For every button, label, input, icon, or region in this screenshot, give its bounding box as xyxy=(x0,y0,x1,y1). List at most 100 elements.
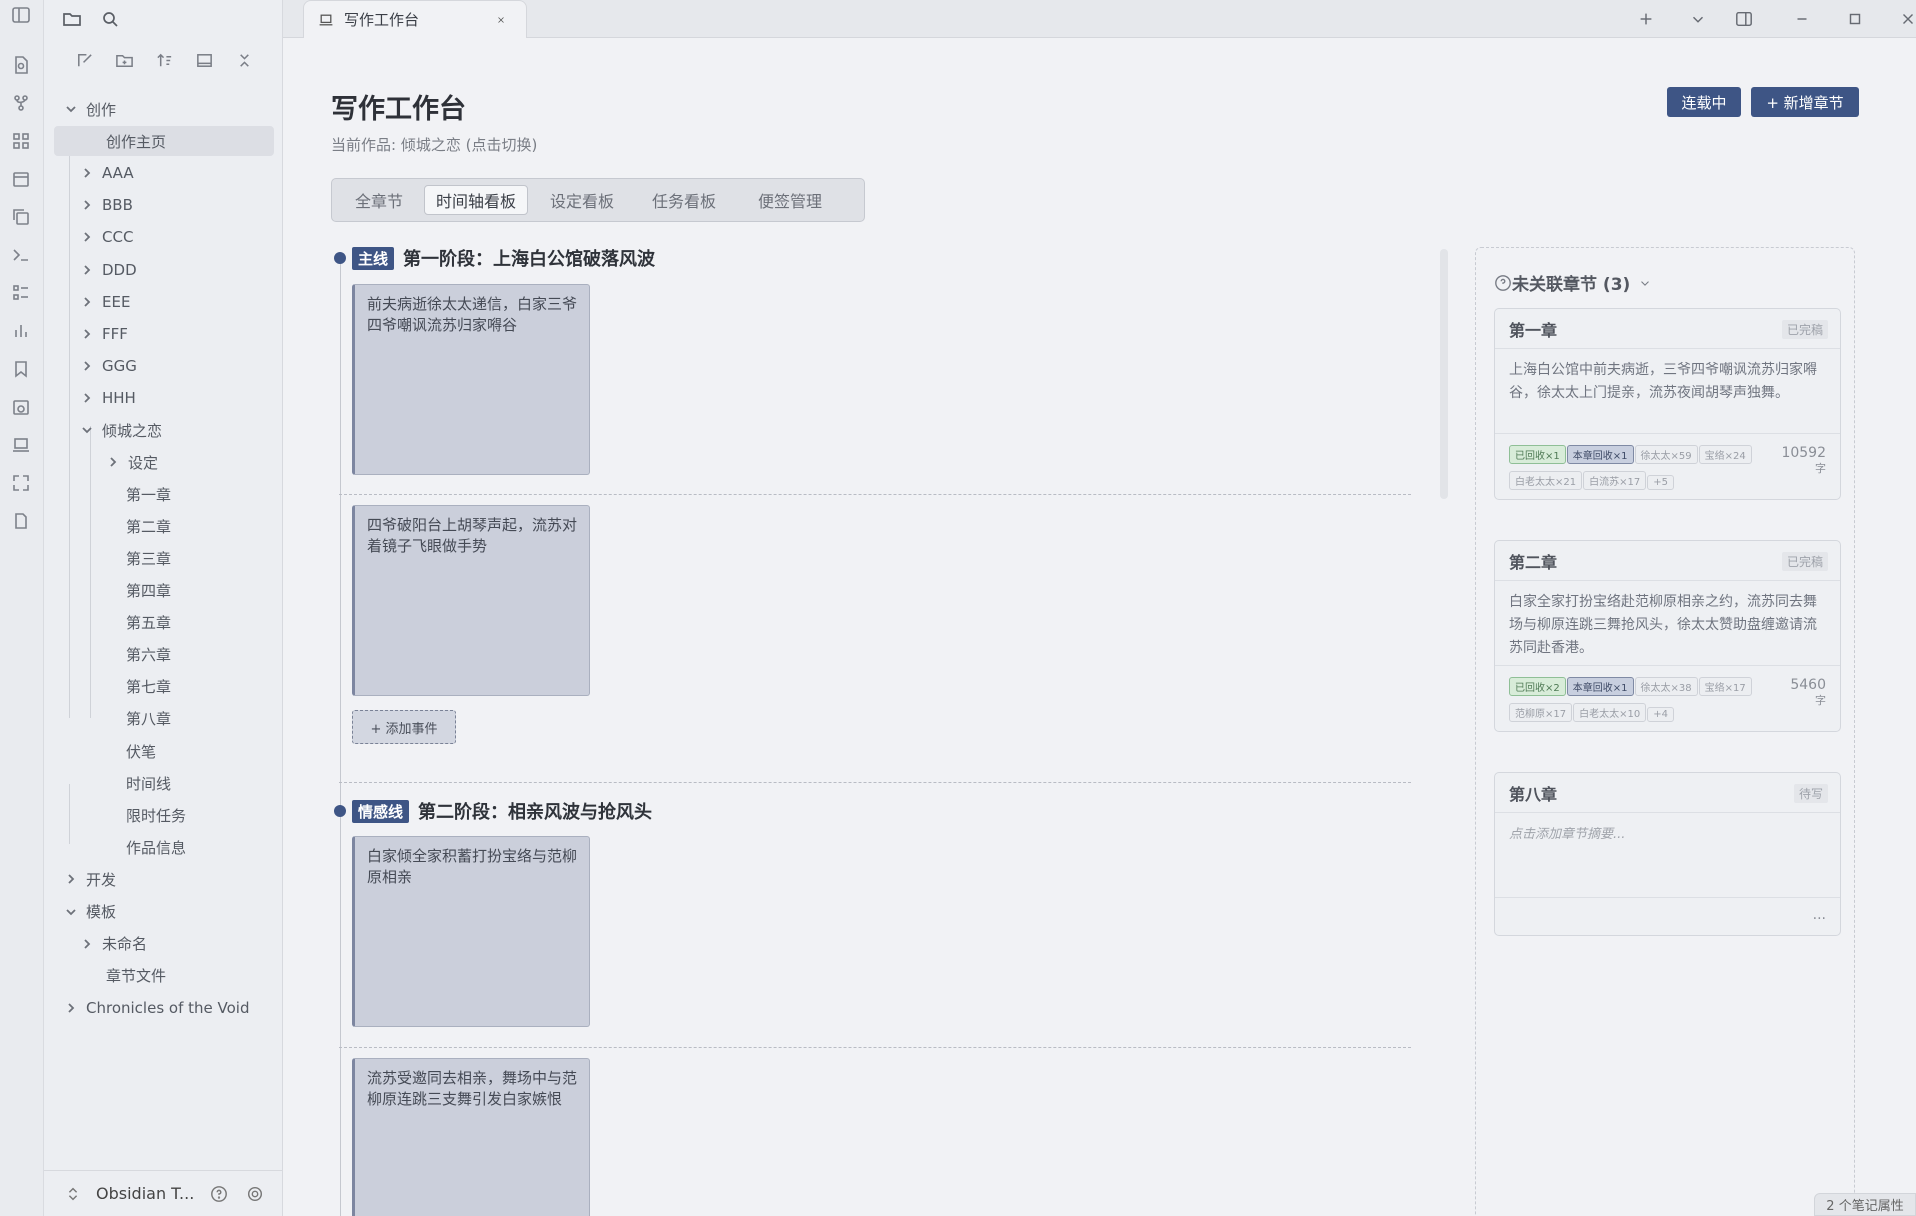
chapter-card[interactable]: 第八章 待写 点击添加章节摘要... ... xyxy=(1494,772,1841,936)
tree-item[interactable]: BBB xyxy=(80,190,133,220)
gear-icon[interactable] xyxy=(246,1185,264,1203)
add-chapter-button[interactable]: + 新增章节 xyxy=(1751,87,1859,117)
maximize-icon[interactable] xyxy=(1840,4,1870,34)
folder-icon[interactable] xyxy=(58,5,86,33)
tree-item[interactable]: 倾城之恋 xyxy=(80,415,162,445)
chevron-right-icon[interactable] xyxy=(80,391,94,405)
status-bar-properties[interactable]: 2 个笔记属性 xyxy=(1814,1193,1916,1216)
current-work-switcher[interactable]: 当前作品: 倾城之恋 (点击切换) xyxy=(331,134,537,155)
tree-item-label: 第三章 xyxy=(126,549,172,568)
tree-item[interactable]: 时间线 xyxy=(126,768,171,798)
help-icon[interactable] xyxy=(210,1185,228,1203)
tree-item[interactable]: 限时任务 xyxy=(126,800,186,830)
expand-icon[interactable] xyxy=(8,470,34,496)
collapse-all-icon[interactable] xyxy=(232,48,256,72)
tree-item[interactable]: CCC xyxy=(80,222,133,252)
vault-switcher[interactable]: Obsidian T... xyxy=(44,1170,283,1216)
tree-item[interactable]: HHH xyxy=(80,383,136,413)
calendar-icon[interactable] xyxy=(8,166,34,192)
tree-item[interactable]: 章节文件 xyxy=(106,961,166,991)
bar-chart-icon[interactable] xyxy=(8,318,34,344)
tab-setting-board[interactable]: 设定看板 xyxy=(534,185,630,215)
tab-timeline-board[interactable]: 时间轴看板 xyxy=(424,185,528,215)
event-card[interactable]: 四爷破阳台上胡琴声起，流苏对着镜子飞眼做手势 xyxy=(352,505,590,696)
chapter-tag: 白老太太×21 xyxy=(1509,471,1583,490)
add-event-button[interactable]: + 添加事件 xyxy=(352,710,456,744)
event-card[interactable]: 流苏受邀同去相亲，舞场中与范柳原连跳三支舞引发白家嫉恨 xyxy=(352,1058,590,1216)
chevron-down-icon[interactable] xyxy=(64,905,78,919)
scrollbar[interactable] xyxy=(1440,249,1448,499)
tree-item[interactable]: 第六章 xyxy=(126,640,171,670)
tree-item[interactable]: 第四章 xyxy=(126,576,171,606)
tree-item[interactable]: 第八章 xyxy=(126,704,171,734)
tree-item[interactable]: FFF xyxy=(80,319,128,349)
list-icon[interactable] xyxy=(8,280,34,306)
tree-item[interactable]: 第五章 xyxy=(126,608,171,638)
chevron-right-icon[interactable] xyxy=(106,455,120,469)
laptop-icon[interactable] xyxy=(8,432,34,458)
chevron-down-icon[interactable] xyxy=(64,102,78,116)
chevron-right-icon[interactable] xyxy=(80,937,94,951)
tree-item[interactable]: 第二章 xyxy=(126,511,171,541)
chevron-right-icon[interactable] xyxy=(80,230,94,244)
chevron-right-icon[interactable] xyxy=(80,359,94,373)
tree-item[interactable]: EEE xyxy=(80,287,130,317)
file-search-icon[interactable] xyxy=(8,52,34,78)
chevron-right-icon[interactable] xyxy=(80,295,94,309)
stage-heading[interactable]: 情感线 第二阶段：相亲风波与抢风头 xyxy=(352,798,652,824)
new-folder-icon[interactable] xyxy=(112,48,136,72)
tree-item[interactable]: 未命名 xyxy=(80,929,147,959)
copy-icon[interactable] xyxy=(8,204,34,230)
right-sidebar-toggle-icon[interactable] xyxy=(1729,4,1759,34)
tree-item[interactable]: DDD xyxy=(80,255,137,285)
grid-icon[interactable] xyxy=(8,128,34,154)
new-tab-icon[interactable] xyxy=(1631,4,1661,34)
git-branch-icon[interactable] xyxy=(8,90,34,116)
tree-item[interactable]: 伏笔 xyxy=(126,736,156,766)
sidebar-toggle-icon[interactable] xyxy=(8,2,34,28)
new-note-icon[interactable] xyxy=(72,48,96,72)
unlinked-chapters-header[interactable]: 未关联章节 (3) xyxy=(1494,270,1652,295)
tab-list-chevron-icon[interactable] xyxy=(1683,4,1713,34)
close-window-icon[interactable] xyxy=(1893,4,1916,34)
tree-item[interactable]: 模板 xyxy=(64,897,116,927)
event-card[interactable]: 白家倾全家积蓄打扮宝络与范柳原相亲 xyxy=(352,836,590,1027)
tab-note-management[interactable]: 便签管理 xyxy=(738,185,842,215)
tab-writing-workbench[interactable]: 写作工作台 xyxy=(303,0,527,38)
chevron-right-icon[interactable] xyxy=(80,263,94,277)
chapter-summary-placeholder[interactable]: 点击添加章节摘要... xyxy=(1495,813,1840,897)
serial-status-button[interactable]: 连载中 xyxy=(1667,87,1741,117)
tree-item[interactable]: GGG xyxy=(80,351,137,381)
tree-item[interactable]: Chronicles of the Void xyxy=(64,993,249,1023)
tree-item[interactable]: 第三章 xyxy=(126,543,171,573)
calendar-clock-icon[interactable] xyxy=(8,394,34,420)
tree-item[interactable]: 开发 xyxy=(64,864,116,894)
minimize-icon[interactable] xyxy=(1787,4,1817,34)
stage-heading[interactable]: 主线 第一阶段：上海白公馆破落风波 xyxy=(352,245,655,271)
chevron-down-icon[interactable] xyxy=(80,423,94,437)
chevron-right-icon[interactable] xyxy=(80,166,94,180)
file-icon[interactable] xyxy=(8,508,34,534)
bookmark-icon[interactable] xyxy=(8,356,34,382)
tree-item[interactable]: 作品信息 xyxy=(126,832,186,862)
search-icon[interactable] xyxy=(96,5,124,33)
tree-item[interactable]: 设定 xyxy=(106,447,158,477)
chevron-right-icon[interactable] xyxy=(64,1001,78,1015)
tree-item[interactable]: 第七章 xyxy=(126,672,171,702)
close-tab-icon[interactable] xyxy=(496,10,516,30)
chapter-card[interactable]: 第一章 已完稿 上海白公馆中前夫病逝，三爷四爷嘲讽流苏归家嘚谷，徐太太上门提亲，… xyxy=(1494,308,1841,500)
tree-item[interactable]: 第一章 xyxy=(126,479,171,509)
event-card[interactable]: 前夫病逝徐太太递信，白家三爷四爷嘲讽流苏归家嘚谷 xyxy=(352,284,590,475)
tree-item[interactable]: 创作 xyxy=(64,94,116,124)
chevron-right-icon[interactable] xyxy=(64,872,78,886)
chevron-right-icon[interactable] xyxy=(80,198,94,212)
collapse-view-icon[interactable] xyxy=(192,48,216,72)
chapter-card[interactable]: 第二章 已完稿 白家全家打扮宝络赴范柳原相亲之约，流苏同去舞场与柳原连跳三舞抢风… xyxy=(1494,540,1841,732)
chevron-right-icon[interactable] xyxy=(80,327,94,341)
tree-item[interactable]: AAA xyxy=(80,158,134,188)
terminal-icon[interactable] xyxy=(8,242,34,268)
tree-item[interactable]: 创作主页 xyxy=(54,126,274,157)
sort-icon[interactable] xyxy=(152,48,176,72)
tab-task-board[interactable]: 任务看板 xyxy=(636,185,732,215)
tab-all-chapters[interactable]: 全章节 xyxy=(340,185,418,215)
